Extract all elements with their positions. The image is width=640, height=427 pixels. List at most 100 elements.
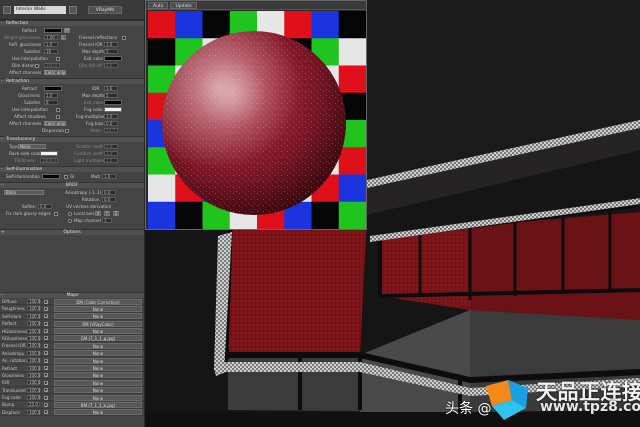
map-slot-button[interactable]: None [54, 350, 142, 357]
scatter-coeff-spinner[interactable]: 0.0 [104, 144, 118, 149]
refract-color-swatch[interactable] [44, 86, 62, 91]
map-enable-checkbox[interactable]: ✓ [44, 343, 48, 348]
refl-max-depth-spinner[interactable]: 5 [104, 49, 118, 54]
map-slot-button[interactable]: BM (7_1_1_b.jpg) [54, 401, 142, 408]
map-enable-checkbox[interactable]: ✓ [44, 336, 48, 341]
map-slot-button[interactable]: None [54, 357, 142, 364]
map-channel-radio[interactable] [68, 218, 72, 223]
fog-bias-spinner[interactable]: 0.0 [104, 121, 118, 126]
backside-color-swatch[interactable] [40, 151, 58, 156]
anisotropy-spinner[interactable]: 0.0 [102, 190, 116, 195]
refr-subdivs-spinner[interactable]: 8 [44, 100, 58, 105]
map-amount-spinner[interactable]: 100.0 [27, 321, 40, 327]
map-slot-button[interactable]: None [54, 305, 142, 312]
map-enable-checkbox[interactable]: ✓ [44, 380, 48, 385]
dim-falloff-spinner[interactable]: 0.0 [104, 63, 118, 68]
map-amount-spinner[interactable]: 25.0 [27, 402, 40, 408]
map-amount-spinner[interactable]: 100.0 [27, 350, 40, 356]
material-type-button[interactable]: VRayMtl [88, 5, 122, 14]
brdf-type-dropdown[interactable]: Blinn [4, 190, 44, 195]
abbe-spinner[interactable]: 50.0 [104, 128, 118, 133]
map-enable-checkbox[interactable]: ✓ [44, 314, 48, 319]
axis-x-button[interactable]: X [95, 211, 101, 216]
self-illum-color-swatch[interactable] [42, 174, 60, 179]
map-amount-spinner[interactable]: 100.0 [27, 395, 40, 401]
tab-update[interactable]: Update [170, 2, 197, 9]
refr-exit-color-swatch[interactable] [104, 100, 122, 105]
map-slot-button[interactable]: None [54, 313, 142, 320]
map-amount-spinner[interactable]: 100.0 [27, 372, 40, 378]
map-slot-button[interactable]: None [54, 328, 142, 335]
refr-use-interp-checkbox[interactable] [56, 107, 60, 112]
map-enable-checkbox[interactable]: ✓ [44, 366, 48, 371]
soften-spinner[interactable]: 0.0 [38, 204, 52, 209]
refraction-rollout-header[interactable]: - Refraction [0, 78, 144, 84]
self-illum-mult-spinner[interactable]: 1.0 [102, 174, 116, 179]
translucency-type-dropdown[interactable]: None [18, 144, 46, 149]
fix-dark-glossy-checkbox[interactable] [54, 211, 58, 216]
self-illum-gi-checkbox[interactable] [64, 174, 68, 179]
map-slot-button[interactable]: None [54, 379, 142, 386]
refl-subdivs-spinner[interactable]: 16 [44, 49, 58, 54]
map-slot-button[interactable]: None [54, 372, 142, 379]
map-slot-button[interactable]: None [54, 365, 142, 372]
map-slot-button[interactable]: None [54, 409, 142, 416]
brdf-rollout-header[interactable]: - BRDF [0, 182, 144, 188]
map-amount-spinner[interactable]: 100.0 [27, 358, 40, 364]
map-enable-checkbox[interactable]: ✓ [44, 321, 48, 326]
map-amount-spinner[interactable]: 100.0 [27, 343, 40, 349]
light-multiplier-spinner[interactable]: 1.0 [104, 158, 118, 163]
reflect-color-swatch[interactable] [44, 28, 62, 33]
map-slot-button[interactable]: None [54, 394, 142, 401]
map-enable-checkbox[interactable]: ✓ [44, 410, 48, 415]
fog-color-swatch[interactable] [104, 107, 122, 112]
dim-distance-checkbox[interactable] [35, 63, 39, 68]
map-enable-checkbox[interactable]: ✓ [44, 402, 48, 407]
refr-max-depth-spinner[interactable]: 5 [104, 93, 118, 98]
map-enable-checkbox[interactable]: ✓ [44, 395, 48, 400]
refl-glossiness-spinner[interactable]: 1.0 [44, 42, 58, 47]
refl-affect-channels-dropdown[interactable]: Color only [44, 70, 66, 75]
translucency-rollout-header[interactable]: - Translucency [0, 136, 144, 142]
map-slot-button[interactable]: None [54, 342, 142, 349]
map-slot-button[interactable]: RM (VRayColor) [54, 320, 142, 327]
material-preview-window[interactable]: Auto Update [145, 0, 367, 230]
map-slot-button[interactable]: DM (Color Correction) [54, 298, 142, 305]
thickness-spinner[interactable]: 1000.0 [40, 158, 58, 163]
map-slot-button[interactable]: None [54, 387, 142, 394]
axis-y-button[interactable]: Y [104, 211, 110, 216]
map-enable-checkbox[interactable]: ✓ [44, 329, 48, 334]
map-enable-checkbox[interactable]: ✓ [44, 306, 48, 311]
map-amount-spinner[interactable]: 100.0 [27, 387, 40, 393]
map-enable-checkbox[interactable]: ✓ [44, 351, 48, 356]
ior-spinner[interactable]: 1.6 [104, 86, 118, 91]
map-enable-checkbox[interactable]: ✓ [44, 373, 48, 378]
affect-shadows-checkbox[interactable] [56, 114, 60, 119]
reflection-rollout-header[interactable]: - Reflection [0, 20, 144, 26]
dim-distance-spinner[interactable]: 100.0 [44, 63, 60, 68]
rotation-spinner[interactable]: 0.0 [102, 197, 116, 202]
fresnel-checkbox[interactable] [122, 35, 126, 40]
map-channel-spinner[interactable]: 1 [102, 218, 112, 223]
map-amount-spinner[interactable]: 100.0 [27, 335, 40, 341]
eyedropper-icon[interactable] [3, 5, 11, 14]
map-amount-spinner[interactable]: 100.0 [27, 365, 40, 371]
axis-z-button[interactable]: Z [113, 211, 119, 216]
reflect-map-button[interactable]: M [64, 28, 70, 33]
options-rollout-header[interactable]: + Options [0, 229, 144, 235]
map-amount-spinner[interactable]: 100.0 [27, 328, 40, 334]
map-amount-spinner[interactable]: 100.0 [27, 313, 40, 319]
self-illum-rollout-header[interactable]: - Self-illumination [0, 166, 144, 172]
fwd-bck-spinner[interactable]: 1.0 [104, 151, 118, 156]
dropdown-arrow-icon[interactable] [69, 5, 77, 14]
map-amount-spinner[interactable]: 100.0 [27, 299, 40, 304]
map-enable-checkbox[interactable]: ✓ [44, 299, 48, 304]
hilight-lock-button[interactable]: L [61, 35, 66, 40]
map-amount-spinner[interactable]: 100.0 [27, 409, 40, 415]
map-amount-spinner[interactable]: 100.0 [27, 306, 40, 312]
refl-use-interp-checkbox[interactable] [56, 56, 60, 61]
refl-exit-color-swatch[interactable] [104, 56, 122, 61]
fog-multiplier-spinner[interactable]: 1.0 [104, 114, 118, 119]
refr-affect-channels-dropdown[interactable]: Color only [44, 121, 66, 126]
map-amount-spinner[interactable]: 100.0 [27, 380, 40, 386]
